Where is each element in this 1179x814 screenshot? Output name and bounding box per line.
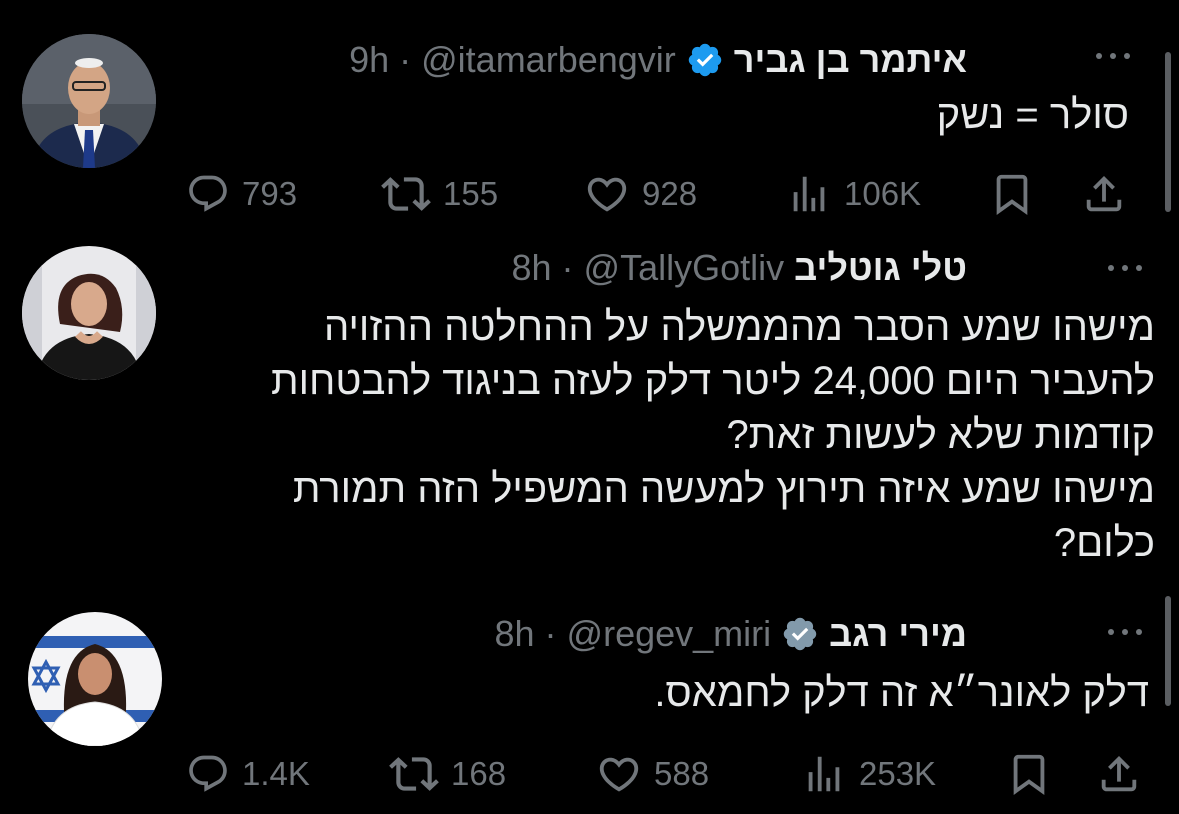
- bookmark-button[interactable]: [1006, 744, 1052, 804]
- like-button[interactable]: 928: [584, 164, 697, 224]
- views-count: 253K: [859, 755, 937, 792]
- verified-badge-icon: [783, 617, 817, 651]
- like-button[interactable]: 588: [596, 744, 709, 804]
- separator-dot: ·: [399, 39, 412, 80]
- reply-count: 793: [242, 175, 298, 212]
- bookmark-icon: [1013, 754, 1045, 795]
- tweet-header: איתמר בן גביר @itamarbengvir · 9h: [349, 38, 967, 82]
- share-button[interactable]: [1096, 744, 1142, 804]
- separator-dot: ·: [544, 613, 557, 654]
- retweet-count: 168: [451, 755, 507, 792]
- author-handle[interactable]: @TallyGotliv: [584, 247, 785, 289]
- timestamp[interactable]: 8h: [495, 613, 535, 655]
- retweet-count: 155: [443, 175, 499, 212]
- more-options-icon[interactable]: [1100, 622, 1150, 642]
- views-icon: [808, 756, 840, 792]
- tweet-actions: 1.4K 168 588 253K: [186, 744, 1141, 804]
- avatar-tally[interactable]: [22, 246, 156, 380]
- tweet-text: דלק לאונר״א זה דלק לחמאס.: [654, 666, 1149, 720]
- avatar-miri[interactable]: [28, 612, 162, 746]
- verified-badge-icon: [688, 43, 721, 77]
- tweet-header: מירי רגב @regev_miri · 8h: [495, 612, 968, 656]
- tweet-text: מישהו שמע הסבר מהממשלה על ההחלטה ההזויה …: [271, 300, 1155, 570]
- views-icon: [793, 176, 825, 212]
- tweet-header: טלי גוטליב @TallyGotliv · 8h: [511, 246, 967, 290]
- share-button[interactable]: [1081, 164, 1127, 224]
- tweet-line: סולר = נשק: [936, 93, 1129, 137]
- more-options-icon[interactable]: [1088, 46, 1138, 66]
- retweet-button[interactable]: 168: [389, 744, 506, 804]
- tweet-line: מישהו שמע איזה תירוץ למעשה המשפיל הזה תמ…: [292, 467, 1155, 511]
- scrollbar-bottom[interactable]: [1165, 596, 1171, 706]
- share-icon: [1101, 755, 1137, 792]
- scrollbar-top[interactable]: [1165, 52, 1171, 212]
- views-count: 106K: [844, 175, 922, 212]
- tweet-line: קודמות שלא לעשות זאת?: [726, 413, 1155, 457]
- author-name[interactable]: איתמר בן גביר: [734, 39, 967, 81]
- tweet-text: סולר = נשק: [937, 88, 1129, 142]
- timestamp[interactable]: 8h: [511, 247, 551, 289]
- bookmark-button[interactable]: [989, 164, 1035, 224]
- retweet-icon: [381, 177, 431, 211]
- bookmark-icon: [996, 174, 1028, 215]
- timestamp[interactable]: 9h: [349, 39, 389, 81]
- like-count: 928: [642, 175, 698, 212]
- like-icon: [599, 757, 639, 792]
- more-options-icon[interactable]: [1100, 258, 1150, 278]
- views-button[interactable]: 253K: [801, 744, 936, 804]
- avatar-itamar[interactable]: [22, 34, 156, 168]
- views-button[interactable]: 106K: [786, 164, 921, 224]
- tweet-line: דלק לאונר״א זה דלק לחמאס.: [654, 671, 1149, 715]
- like-icon: [587, 177, 627, 212]
- retweet-icon: [389, 757, 439, 791]
- tweet-line: מישהו שמע הסבר מהממשלה על ההחלטה ההזויה: [323, 305, 1155, 349]
- author-name[interactable]: טלי גוטליב: [794, 247, 967, 289]
- author-handle[interactable]: @regev_miri: [567, 613, 772, 655]
- tweet-line: כלום?: [1053, 521, 1155, 565]
- like-count: 588: [654, 755, 710, 792]
- reply-button[interactable]: 793: [186, 164, 297, 224]
- reply-count: 1.4K: [242, 755, 310, 792]
- author-handle[interactable]: @itamarbengvir: [421, 39, 676, 81]
- author-name[interactable]: מירי רגב: [829, 613, 967, 655]
- retweet-button[interactable]: 155: [381, 164, 498, 224]
- tweet-line: להעביר היום 24,000 ליטר דלק לעזה בניגוד …: [271, 359, 1155, 403]
- share-icon: [1086, 175, 1122, 212]
- separator-dot: ·: [561, 247, 574, 288]
- reply-icon: [189, 755, 227, 792]
- reply-button[interactable]: 1.4K: [186, 744, 310, 804]
- tweet-actions: 793 155 928 106K: [186, 164, 1141, 224]
- reply-icon: [189, 175, 227, 212]
